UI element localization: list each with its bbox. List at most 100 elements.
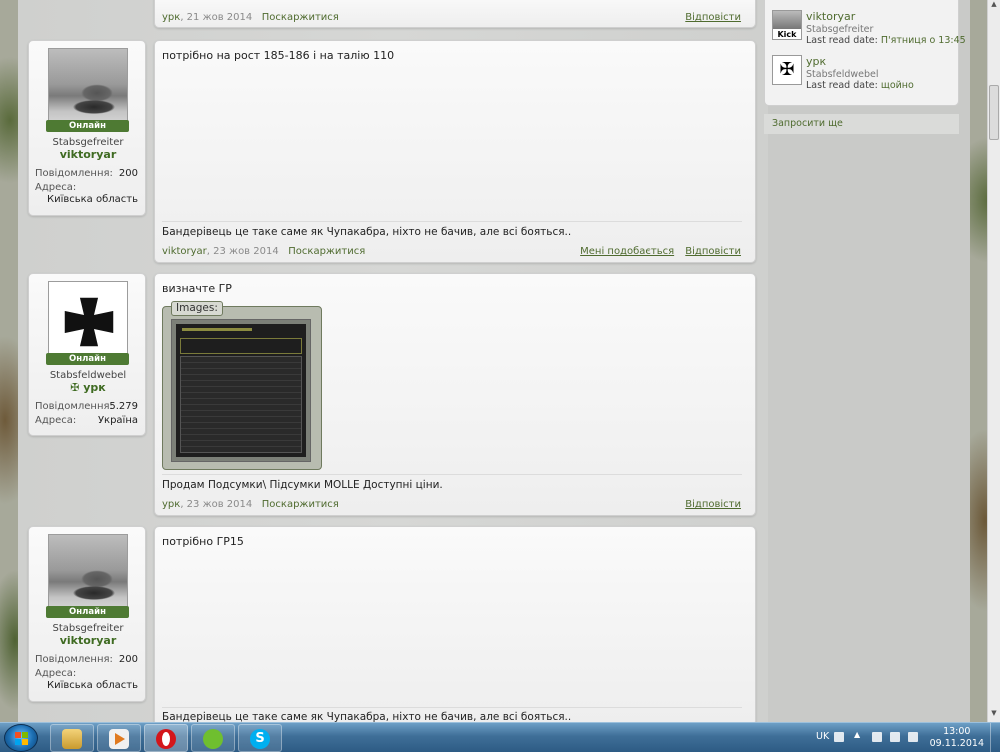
clock[interactable]: 13:00 09.11.2014 (930, 726, 984, 750)
report-link[interactable]: Поскаржитися (262, 12, 339, 23)
post-body: потрібно на рост 185-186 і на талію 110 (162, 49, 395, 62)
like-link[interactable]: Мені подобається (580, 246, 674, 257)
tank-avatar-image (49, 535, 127, 613)
user-info-card: Онлайн Stabsfeldwebel ✠ урк Повідомлення… (28, 273, 146, 436)
address-label: Адреса: (35, 182, 77, 193)
size-chart-thumbnail[interactable] (171, 319, 311, 462)
reply-link[interactable]: Відповісти (685, 246, 741, 257)
flag-icon[interactable] (872, 732, 882, 742)
address-row: Адреса: Україна (35, 415, 138, 426)
start-button[interactable] (4, 724, 38, 752)
iron-cross-icon: ✠ (779, 59, 795, 80)
messages-count: 200 (118, 654, 138, 665)
post-date: 21 жов 2014 (186, 12, 253, 23)
invite-more-link[interactable]: Запросити ще (764, 114, 959, 134)
reader-rank: Stabsfeldwebel (806, 69, 879, 80)
address-label: Адреса: (35, 668, 77, 679)
reader-avatar[interactable]: ✠ (772, 55, 802, 85)
address-value: Україна (97, 415, 138, 426)
scroll-up-arrow-icon[interactable]: ▲ (988, 0, 1000, 13)
taskbar-skype-button[interactable]: S (238, 724, 282, 752)
address-row: Адреса: (35, 668, 138, 679)
kick-avatar-label: Kick (777, 30, 797, 39)
post-actions: Відповісти (677, 12, 741, 23)
scroll-down-arrow-icon[interactable]: ▼ (988, 709, 1000, 722)
network-icon[interactable] (890, 732, 900, 742)
scrollbar-thumb[interactable] (989, 85, 999, 140)
post-body: потрібно ГР15 (162, 535, 244, 548)
avatar[interactable] (48, 534, 128, 614)
table-header (180, 338, 302, 354)
taskbar-utorrent-button[interactable] (191, 724, 235, 752)
tank-avatar-image (49, 49, 127, 127)
online-badge: Онлайн (46, 353, 129, 365)
size-table-image (176, 324, 306, 457)
avatar[interactable] (48, 281, 128, 361)
iron-cross-icon (63, 296, 115, 348)
images-label: Images: (171, 301, 223, 316)
skype-icon: S (250, 729, 270, 749)
messages-label: Повідомлення: (35, 654, 113, 665)
post-author-link[interactable]: viktoryar (162, 246, 207, 257)
show-desktop-button[interactable] (990, 723, 1000, 752)
reader-name-link[interactable]: viktoryar (806, 10, 855, 23)
post-card: потрібно на рост 185-186 і на талію 110 … (154, 40, 756, 263)
post-author-link[interactable]: урк (162, 12, 180, 23)
vertical-scrollbar[interactable]: ▲ ▼ (987, 0, 1000, 722)
user-rank: Stabsgefreiter (52, 137, 124, 148)
last-read: Last read date: П'ятниця о 13:45 (806, 35, 966, 46)
folder-icon (62, 729, 82, 749)
reader-avatar[interactable]: Kick (772, 10, 802, 40)
signature: Бандерівець це таке саме як Чупакабра, н… (162, 226, 572, 238)
media-player-icon (109, 729, 129, 749)
windows-taskbar: S UK ▲ 13:00 09.11.2014 (0, 722, 1000, 752)
reader-name-link[interactable]: урк (806, 55, 826, 68)
address-label: Адреса: (35, 415, 77, 426)
opera-icon (156, 729, 176, 749)
language-indicator[interactable]: UK (816, 731, 829, 742)
post-meta: урк, 21 жов 2014 Поскаржитися (162, 12, 339, 23)
clock-time: 13:00 (943, 726, 971, 737)
messages-label: Повідомлення: (35, 168, 113, 179)
volume-icon[interactable] (908, 732, 918, 742)
opera-icon-inner (162, 732, 170, 746)
address-row: Адреса: (35, 182, 138, 193)
last-read-label: Last read date: (806, 35, 878, 46)
post-card: потрібно ГР15 Бандерівець це таке саме я… (154, 526, 756, 726)
keyboard-icon[interactable] (834, 732, 844, 742)
messages-row: Повідомлення: 200 (35, 168, 138, 179)
post-card: урк, 21 жов 2014 Поскаржитися Відповісти (154, 0, 756, 28)
messages-count: 200 (118, 168, 138, 179)
reply-link[interactable]: Відповісти (685, 499, 741, 510)
messages-row: Повідомлення: 200 (35, 654, 138, 665)
images-container: Images: (162, 301, 322, 470)
post-actions: Відповісти (677, 499, 741, 510)
taskbar-media-player-button[interactable] (97, 724, 141, 752)
windows-logo-icon (15, 732, 29, 745)
table-rows (180, 356, 302, 453)
report-link[interactable]: Поскаржитися (262, 499, 339, 510)
taskbar-opera-button[interactable] (144, 724, 188, 752)
reader-rank: Stabsgefreiter (806, 24, 874, 35)
show-hidden-icons-icon[interactable]: ▲ (854, 730, 860, 739)
reply-link[interactable]: Відповісти (685, 12, 741, 23)
username-link[interactable]: viktoryar (29, 148, 147, 161)
post-date: 23 жов 2014 (186, 499, 253, 510)
report-link[interactable]: Поскаржитися (288, 246, 365, 257)
messages-count: 5.279 (109, 401, 138, 412)
table-title-bar (182, 328, 252, 331)
online-badge: Онлайн (46, 606, 129, 618)
avatar[interactable] (48, 48, 128, 128)
post-date: 23 жов 2014 (213, 246, 279, 257)
post-author-link[interactable]: урк (162, 499, 180, 510)
last-read-label: Last read date: (806, 80, 878, 91)
post-body: визначте ГР (162, 282, 232, 295)
messages-label: Повідомлення: (35, 401, 113, 412)
system-tray: UK ▲ 13:00 09.11.2014 (810, 723, 1000, 752)
taskbar-explorer-button[interactable] (50, 724, 94, 752)
user-rank: Stabsgefreiter (52, 623, 124, 634)
post-meta: урк, 23 жов 2014 Поскаржитися (162, 499, 339, 510)
username-link[interactable]: ✠ урк (29, 381, 147, 394)
username-link[interactable]: viktoryar (29, 634, 147, 647)
last-read: Last read date: щойно (806, 80, 914, 91)
